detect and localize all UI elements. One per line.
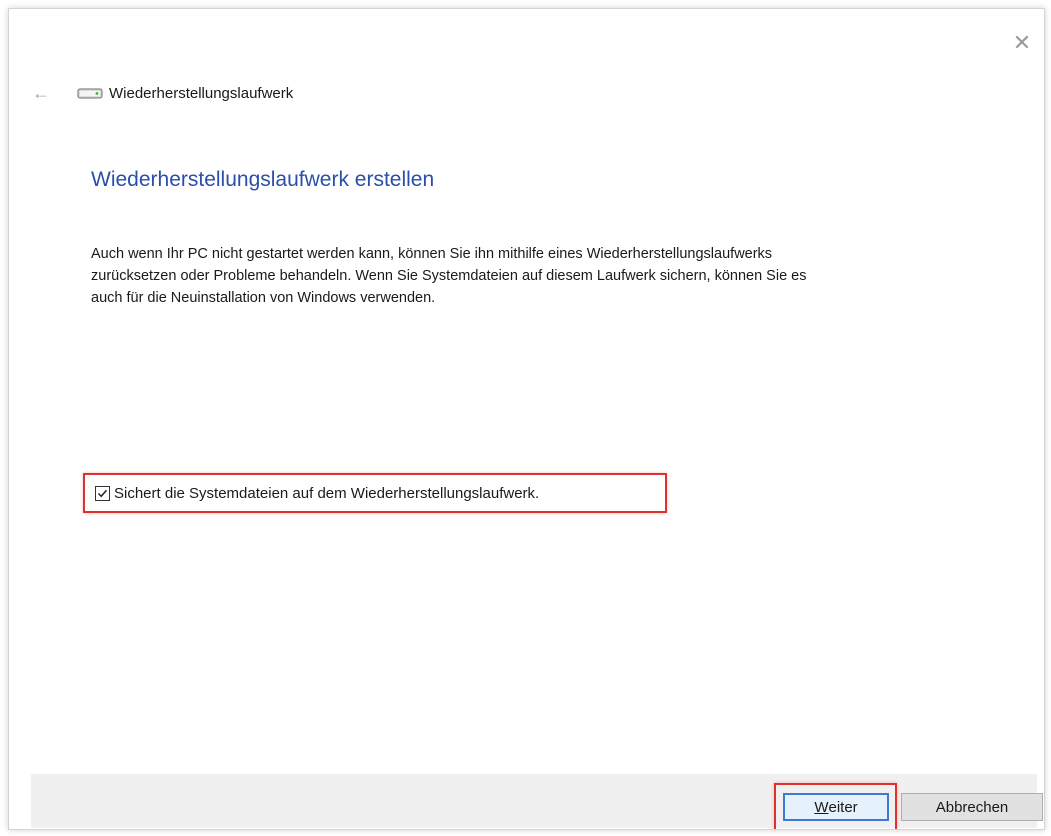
nav-title: Wiederherstellungslaufwerk	[109, 84, 294, 102]
backup-system-files-label[interactable]: Sichert die Systemdateien auf dem Wieder…	[114, 485, 539, 502]
drive-icon	[77, 88, 103, 99]
description-line: zurücksetzen oder Probleme behandeln. We…	[91, 268, 807, 284]
recovery-drive-window: ✕ ← Wiederherstellungslaufwerk Wiederher…	[8, 8, 1045, 830]
nav-bar: ← Wiederherstellungslaufwerk	[29, 81, 293, 105]
next-button[interactable]: Weiter	[783, 793, 889, 821]
next-button-accelerator: W	[814, 798, 829, 816]
page-title: Wiederherstellungslaufwerk erstellen	[91, 168, 435, 191]
backup-system-files-checkbox[interactable]	[95, 485, 110, 501]
description-line: auch für die Neuinstallation von Windows…	[91, 290, 436, 306]
description-text: Auch wenn Ihr PC nicht gestartet werden …	[91, 243, 1021, 309]
close-icon[interactable]: ✕	[1012, 32, 1032, 54]
backup-system-files-option[interactable]: Sichert die Systemdateien auf dem Wieder…	[83, 473, 667, 513]
checkmark-icon	[97, 489, 108, 497]
cancel-button[interactable]: Abbrechen	[901, 793, 1043, 821]
next-button-label: eiter	[828, 798, 858, 816]
back-arrow-icon[interactable]: ←	[29, 81, 53, 105]
description-line: Auch wenn Ihr PC nicht gestartet werden …	[91, 246, 773, 262]
